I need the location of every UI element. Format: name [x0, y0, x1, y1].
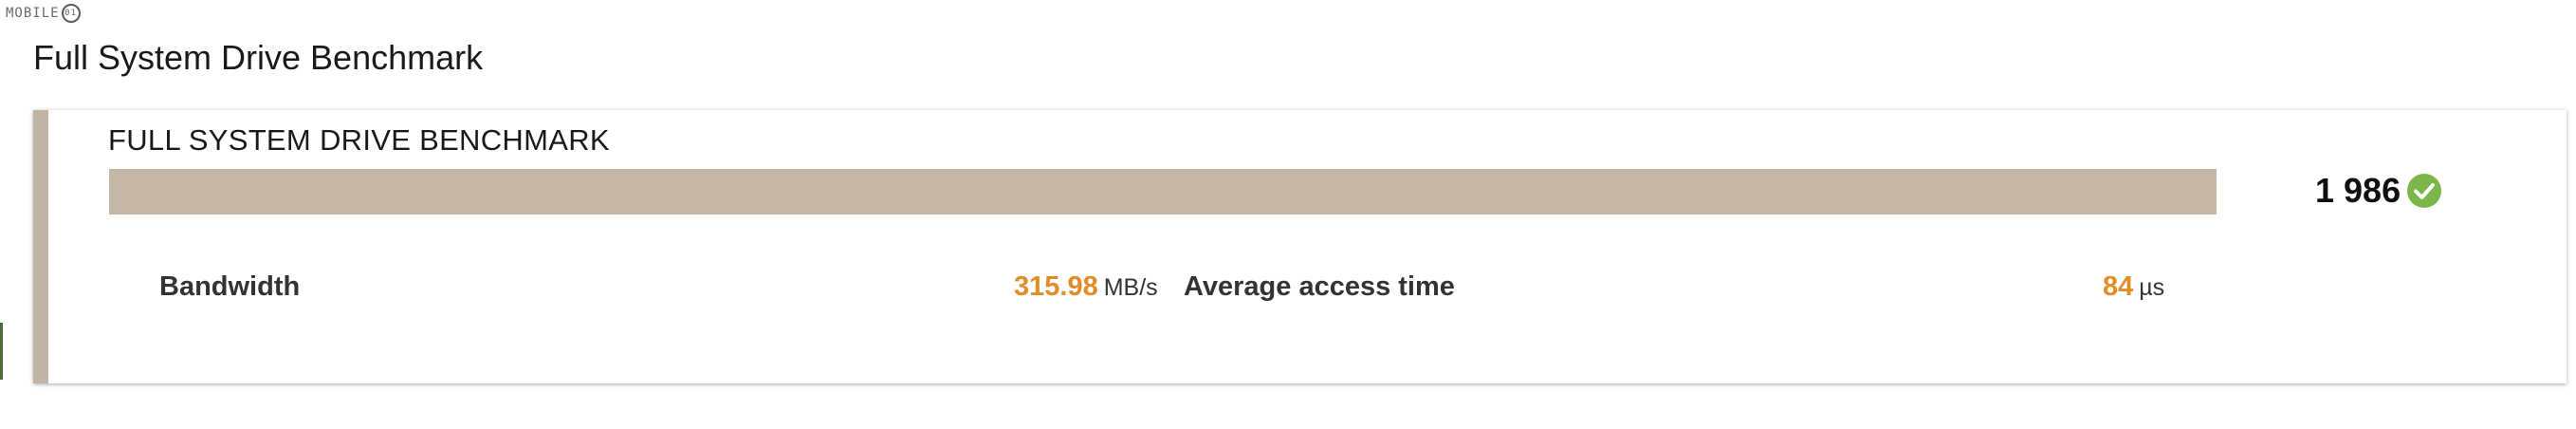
score-progress-fill [109, 169, 2217, 214]
score-value: 1 986 [2315, 171, 2401, 210]
access-time-number: 84 [2103, 271, 2134, 302]
score-display: 1 986 [2315, 171, 2442, 211]
mobile01-watermark: MOBILE 01 [6, 4, 81, 23]
access-time-unit: µs [2139, 274, 2165, 301]
edge-strip [0, 323, 3, 380]
watermark-text: MOBILE [6, 6, 60, 21]
access-time-value: 84 µs [2103, 271, 2164, 303]
check-circle-icon [2407, 174, 2442, 208]
access-time-label: Average access time [1184, 271, 1455, 302]
watermark-ring: 01 [61, 4, 81, 23]
benchmark-result-card: FULL SYSTEM DRIVE BENCHMARK 1 986 Bandwi… [33, 110, 2567, 383]
bandwidth-label: Bandwidth [159, 271, 301, 302]
bandwidth-value: 315.98 MB/s [1014, 271, 1158, 303]
score-progress-bar [109, 169, 2217, 214]
bandwidth-unit: MB/s [1103, 274, 1158, 301]
card-title: FULL SYSTEM DRIVE BENCHMARK [108, 123, 610, 157]
page-title: Full System Drive Benchmark [33, 38, 484, 77]
bandwidth-number: 315.98 [1014, 271, 1098, 302]
